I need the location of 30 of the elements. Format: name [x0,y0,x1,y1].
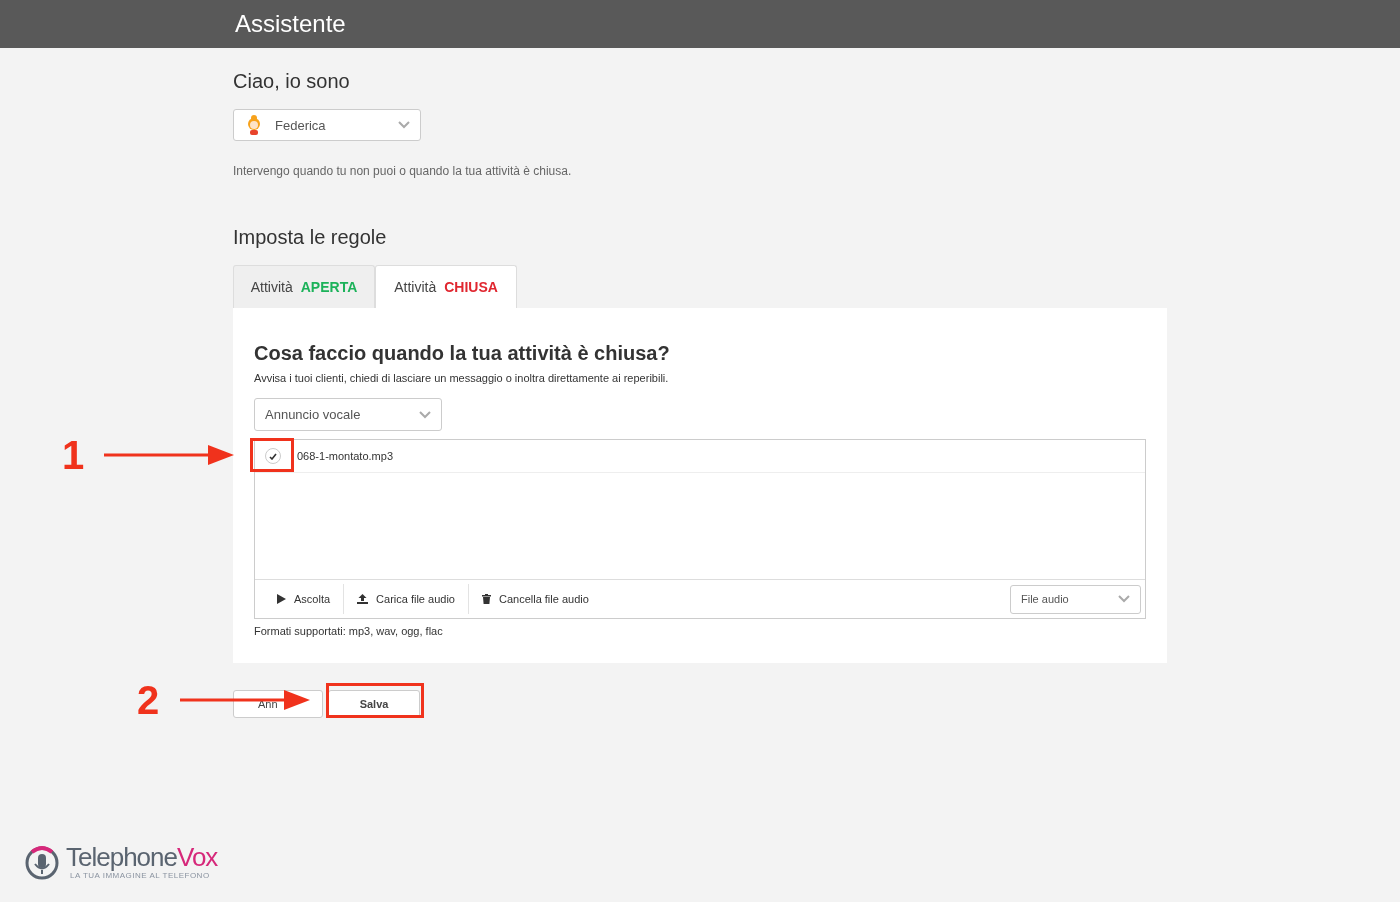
chevron-down-icon [1118,595,1130,603]
play-icon [276,594,286,604]
action-select[interactable]: Annuncio vocale [254,398,442,431]
annotation-number: 1 [62,435,85,475]
annotation-highlight [250,438,294,472]
chevron-down-icon [419,410,431,419]
microphone-logo-icon [24,843,60,880]
assistant-select[interactable]: Federica [233,109,421,141]
upload-icon [357,594,369,604]
page-title: Assistente [235,10,346,38]
section-heading: Imposta le regole [233,226,388,249]
tab[interactable]: Attività APERTA [233,265,375,308]
description-text: Intervengo quando tu non puoi o quando la tua attività è chiusa. [233,164,573,178]
formats-note: Formati supportati: mp3, wav, ogg, flac [254,625,444,637]
annotation-number: 2 [137,680,160,720]
save-button[interactable]: Salva [328,690,420,718]
section-heading: Ciao, io sono [233,70,351,93]
checkmark-icon [269,452,277,460]
brand-tagline: LA TUA IMMAGINE AL TELEFONO [70,871,211,880]
panel-subtitle: Avvisa i tuoi clienti, chiedi di lasciare un messaggio o inoltra direttamente ai reperibili. [254,372,670,384]
file-name[interactable]: 068-1-montato.mp3 [297,450,393,462]
toolbar-button[interactable]: Cancella file audio [468,584,602,614]
tab[interactable]: Attività CHIUSA [375,265,517,308]
panel-heading: Cosa faccio quando la tua attività è chiusa? [254,342,671,365]
trash-icon [481,594,491,604]
brand-name: TelephoneVox [66,843,218,871]
toolbar-button[interactable]: Carica file audio [344,584,469,614]
file-type-select[interactable]: File audio [1010,584,1141,614]
toolbar-button[interactable]: Ascolta [263,584,345,614]
chevron-down-icon [398,121,410,129]
